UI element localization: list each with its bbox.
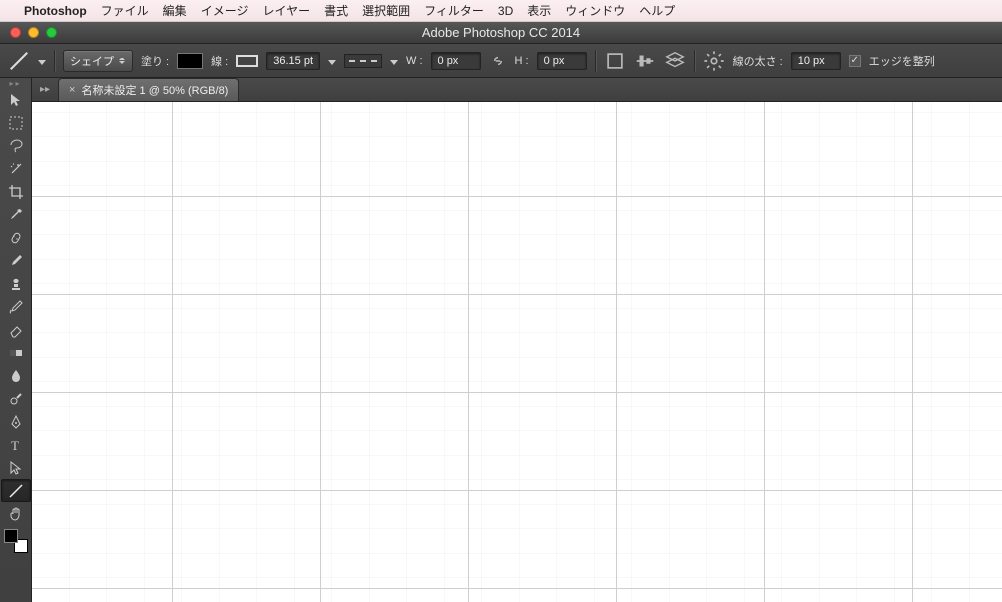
stroke-width-dropdown[interactable] bbox=[328, 57, 336, 65]
hand-tool[interactable] bbox=[1, 502, 31, 525]
blur-tool[interactable] bbox=[1, 364, 31, 387]
dodge-tool[interactable] bbox=[1, 387, 31, 410]
menu-view[interactable]: 表示 bbox=[527, 2, 551, 19]
menu-select[interactable]: 選択範囲 bbox=[362, 2, 410, 19]
wand-tool[interactable] bbox=[1, 157, 31, 180]
gear-icon[interactable] bbox=[703, 50, 725, 72]
width-label: W : bbox=[406, 55, 423, 67]
chevron-down-icon bbox=[118, 57, 126, 65]
menu-help[interactable]: ヘルプ bbox=[639, 2, 675, 19]
pen-tool[interactable] bbox=[1, 410, 31, 433]
menu-3d[interactable]: 3D bbox=[498, 4, 513, 18]
width-field[interactable]: 0 px bbox=[431, 52, 481, 70]
document-tabs: ▸▸ × 名称未設定 1 @ 50% (RGB/8) bbox=[32, 78, 1002, 102]
toolbox-grip[interactable]: ▸▸ bbox=[0, 78, 31, 88]
document-tab[interactable]: × 名称未設定 1 @ 50% (RGB/8) bbox=[58, 78, 239, 101]
canvas[interactable] bbox=[32, 102, 1002, 602]
separator bbox=[54, 50, 55, 72]
document-tab-title: 名称未設定 1 @ 50% (RGB/8) bbox=[81, 82, 228, 98]
stroke-swatch[interactable] bbox=[236, 55, 258, 67]
svg-text:T: T bbox=[11, 438, 19, 453]
align-edges-label: エッジを整列 bbox=[869, 53, 935, 69]
traffic-lights bbox=[0, 27, 57, 38]
move-tool[interactable] bbox=[1, 88, 31, 111]
type-tool[interactable]: T bbox=[1, 433, 31, 456]
menu-layer[interactable]: レイヤー bbox=[262, 2, 310, 19]
menu-app-name[interactable]: Photoshop bbox=[24, 4, 87, 18]
link-dimensions-icon[interactable] bbox=[489, 52, 507, 70]
stroke-style-select[interactable] bbox=[344, 54, 382, 68]
height-label: H : bbox=[515, 55, 529, 67]
mac-menu-bar: Photoshop ファイル 編集 イメージ レイヤー 書式 選択範囲 フィルタ… bbox=[0, 0, 1002, 22]
fill-label: 塗り : bbox=[141, 53, 169, 69]
menu-file[interactable]: ファイル bbox=[101, 2, 149, 19]
menu-type[interactable]: 書式 bbox=[324, 2, 348, 19]
document-area: ▸▸ × 名称未設定 1 @ 50% (RGB/8) bbox=[32, 78, 1002, 602]
line-tool[interactable] bbox=[1, 479, 31, 502]
height-field[interactable]: 0 px bbox=[537, 52, 587, 70]
heal-tool[interactable] bbox=[1, 226, 31, 249]
close-window-button[interactable] bbox=[10, 27, 21, 38]
separator bbox=[694, 50, 695, 72]
zoom-window-button[interactable] bbox=[46, 27, 57, 38]
minimize-window-button[interactable] bbox=[28, 27, 39, 38]
menu-window[interactable]: ウィンドウ bbox=[565, 2, 625, 19]
window-title: Adobe Photoshop CC 2014 bbox=[0, 25, 1002, 40]
path-select-tool[interactable] bbox=[1, 456, 31, 479]
tool-mode-select[interactable]: シェイプ bbox=[63, 50, 133, 72]
workspace: ▸▸ T ▸▸ × 名称未設定 1 @ 50% (RGB/8) bbox=[0, 78, 1002, 602]
close-tab-icon[interactable]: × bbox=[69, 84, 75, 96]
line-weight-field[interactable]: 10 px bbox=[791, 52, 841, 70]
fg-bg-colors[interactable] bbox=[0, 525, 31, 557]
tool-mode-label: シェイプ bbox=[70, 53, 114, 69]
options-bar: シェイプ 塗り : 線 : 36.15 pt W : 0 px H : 0 px… bbox=[0, 44, 1002, 78]
fill-swatch[interactable] bbox=[177, 53, 203, 69]
gradient-tool[interactable] bbox=[1, 341, 31, 364]
align-edges-checkbox[interactable]: ✓ bbox=[849, 55, 861, 67]
menu-image[interactable]: イメージ bbox=[201, 2, 249, 19]
lasso-tool[interactable] bbox=[1, 134, 31, 157]
stroke-width-field[interactable]: 36.15 pt bbox=[266, 52, 320, 70]
expand-panels-icon[interactable]: ▸▸ bbox=[36, 84, 54, 95]
eraser-tool[interactable] bbox=[1, 318, 31, 341]
menu-filter[interactable]: フィルター bbox=[424, 2, 484, 19]
line-tool-icon bbox=[8, 50, 30, 72]
tool-preset-dropdown[interactable] bbox=[38, 57, 46, 65]
crop-tool[interactable] bbox=[1, 180, 31, 203]
path-align-icon[interactable] bbox=[634, 50, 656, 72]
stroke-label: 線 : bbox=[211, 53, 228, 69]
marquee-tool[interactable] bbox=[1, 111, 31, 134]
eyedropper-tool[interactable] bbox=[1, 203, 31, 226]
line-weight-label: 線の太さ : bbox=[733, 53, 783, 69]
stamp-tool[interactable] bbox=[1, 272, 31, 295]
separator bbox=[595, 50, 596, 72]
history-brush-tool[interactable] bbox=[1, 295, 31, 318]
window-titlebar: Adobe Photoshop CC 2014 bbox=[0, 22, 1002, 44]
path-operations-icon[interactable] bbox=[604, 50, 626, 72]
menu-edit[interactable]: 編集 bbox=[163, 2, 187, 19]
stroke-style-dropdown[interactable] bbox=[390, 57, 398, 65]
path-arrange-icon[interactable] bbox=[664, 50, 686, 72]
toolbox: ▸▸ T bbox=[0, 78, 32, 602]
brush-tool[interactable] bbox=[1, 249, 31, 272]
